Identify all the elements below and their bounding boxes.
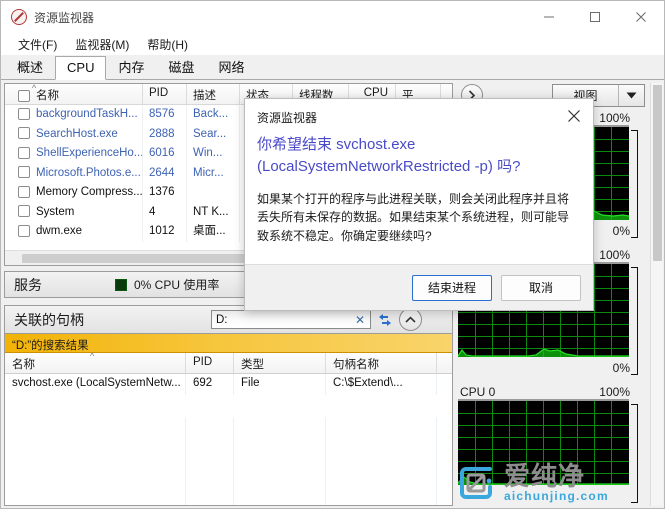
graph-vertical-scrollbar[interactable] [650,83,663,506]
services-cpu-usage: 0% CPU 使用率 [134,278,220,292]
clear-search-icon[interactable]: ✕ [355,314,365,326]
dialog-title: 资源监视器 [257,111,318,125]
process-pid: 8576 [143,105,187,125]
cpu-graph-3 [458,399,629,485]
window-title: 资源监视器 [34,10,95,25]
graph-min-label-1: 0% [612,224,630,238]
graph-max-label-1: 100% [599,111,630,125]
process-description: Sear... [187,124,240,144]
resource-monitor-window: 资源监视器 文件(F) 监视器(M) 帮助(H) 概述 CPU 内存 磁盘 网络 [0,0,665,509]
select-all-checkbox[interactable] [18,89,30,102]
row-checkbox[interactable] [18,107,30,120]
column-header-pid[interactable]: PID [143,84,187,104]
process-pid: 2888 [143,124,187,144]
graph-plot-wrap-3 [456,399,646,503]
row-checkbox[interactable] [18,205,30,218]
handle-pid: 692 [186,374,234,395]
handles-header-row: 名称 ^ PID 类型 句柄名称 [5,351,452,374]
process-name: Memory Compress... [36,186,143,198]
column-header-name[interactable]: 名称 [5,84,143,104]
process-description: Micr... [187,163,240,183]
column-header-description[interactable]: 描述 [187,84,240,104]
end-process-dialog: 资源监视器 你希望结束 svchost.exe (LocalSystemNetw… [244,98,594,311]
process-description: Win... [187,144,240,164]
process-description: Back... [187,105,240,125]
tab-cpu[interactable]: CPU [55,56,107,80]
graph-max-label-2: 100% [599,248,630,262]
column-header-handle-path[interactable]: 句柄名称 [326,353,437,373]
close-button[interactable] [618,1,664,33]
process-description [187,183,240,203]
menu-item-monitor[interactable]: 监视器(M) [66,34,138,55]
handle-type: File [234,374,326,395]
minimize-button[interactable] [526,1,572,33]
row-checkbox[interactable] [18,127,30,140]
handles-empty-area [5,417,452,505]
graph-max-label-3: 100% [599,385,630,399]
tab-memory[interactable]: 内存 [106,53,156,80]
window-controls [526,1,664,33]
row-checkbox[interactable] [18,146,30,159]
process-pid: 1012 [143,222,187,242]
dialog-headline: 你希望结束 svchost.exe (LocalSystemNetworkRes… [257,136,521,175]
maximize-button[interactable] [572,1,618,33]
column-header-handle-pid[interactable]: PID [186,353,234,373]
cpu-usage-chip-icon [115,278,127,291]
scrollbar-thumb[interactable] [653,85,662,261]
tab-disk[interactable]: 磁盘 [156,53,206,80]
column-header-handle-name[interactable]: 名称 ^ [5,351,186,373]
menu-item-help[interactable]: 帮助(H) [138,34,197,55]
row-checkbox[interactable] [18,185,30,198]
process-name: System [36,205,75,218]
collapse-handles-button[interactable] [399,308,422,331]
process-name: dwm.exe [36,225,83,237]
graph-label-3: CPU 0 [460,385,496,399]
tab-strip: 概述 CPU 内存 磁盘 网络 [1,55,664,80]
end-process-button[interactable]: 结束进程 [412,274,492,301]
menu-bar: 文件(F) 监视器(M) 帮助(H) [1,33,664,55]
handles-panel: 关联的句柄 D: ✕ “D:”的搜索结果 名称 ^ PID 类型 句柄名称 sv… [4,305,453,506]
handle-search-value: D: [216,313,228,326]
process-name: SearchHost.exe [36,127,118,140]
process-pid: 4 [143,202,187,222]
dialog-body-text: 如果某个打开的程序与此进程关联，则会关闭此程序并且将丢失所有未保存的数据。如果结… [257,191,570,243]
table-row[interactable]: svchost.exe (LocalSystemNetw... 692 File… [5,374,452,395]
handles-title: 关联的句柄 [14,311,84,328]
tab-network[interactable]: 网络 [207,53,257,80]
process-description: 桌面... [187,222,240,242]
row-checkbox[interactable] [18,224,30,237]
graph-min-label-2: 0% [612,361,630,375]
tab-overview[interactable]: 概述 [5,53,55,80]
search-result-banner: “D:”的搜索结果 [5,334,452,353]
handle-name: svchost.exe (LocalSystemNetw... [5,374,186,395]
refresh-search-icon[interactable] [375,310,395,329]
graph-min-caption-2: 0% [456,357,646,375]
services-title: 服务 [14,276,42,293]
process-name: backgroundTaskH... [36,108,138,120]
row-checkbox[interactable] [18,166,30,179]
dialog-footer: 结束进程 取消 [245,264,593,310]
process-name: Microsoft.Photos.e... [36,166,141,179]
process-pid: 2644 [143,163,187,183]
process-pid: 6016 [143,144,187,164]
process-description: NT K... [187,202,240,222]
resource-monitor-icon [11,9,27,25]
handle-search-input[interactable]: D: ✕ [211,310,371,329]
menu-item-file[interactable]: 文件(F) [9,34,66,55]
handle-path: C:\$Extend\... [326,374,437,395]
graph-bracket-3 [631,404,638,503]
cancel-button[interactable]: 取消 [501,274,581,301]
graph-panel-3: CPU 0 100% [456,383,646,503]
dialog-close-icon[interactable] [559,103,589,129]
title-bar: 资源监视器 [1,1,664,33]
graph-caption-3: CPU 0 100% [456,383,646,399]
chevron-down-icon[interactable] [618,85,644,106]
column-header-handle-type[interactable]: 类型 [234,353,326,373]
process-pid: 1376 [143,183,187,203]
process-name: ShellExperienceHo... [36,147,143,159]
